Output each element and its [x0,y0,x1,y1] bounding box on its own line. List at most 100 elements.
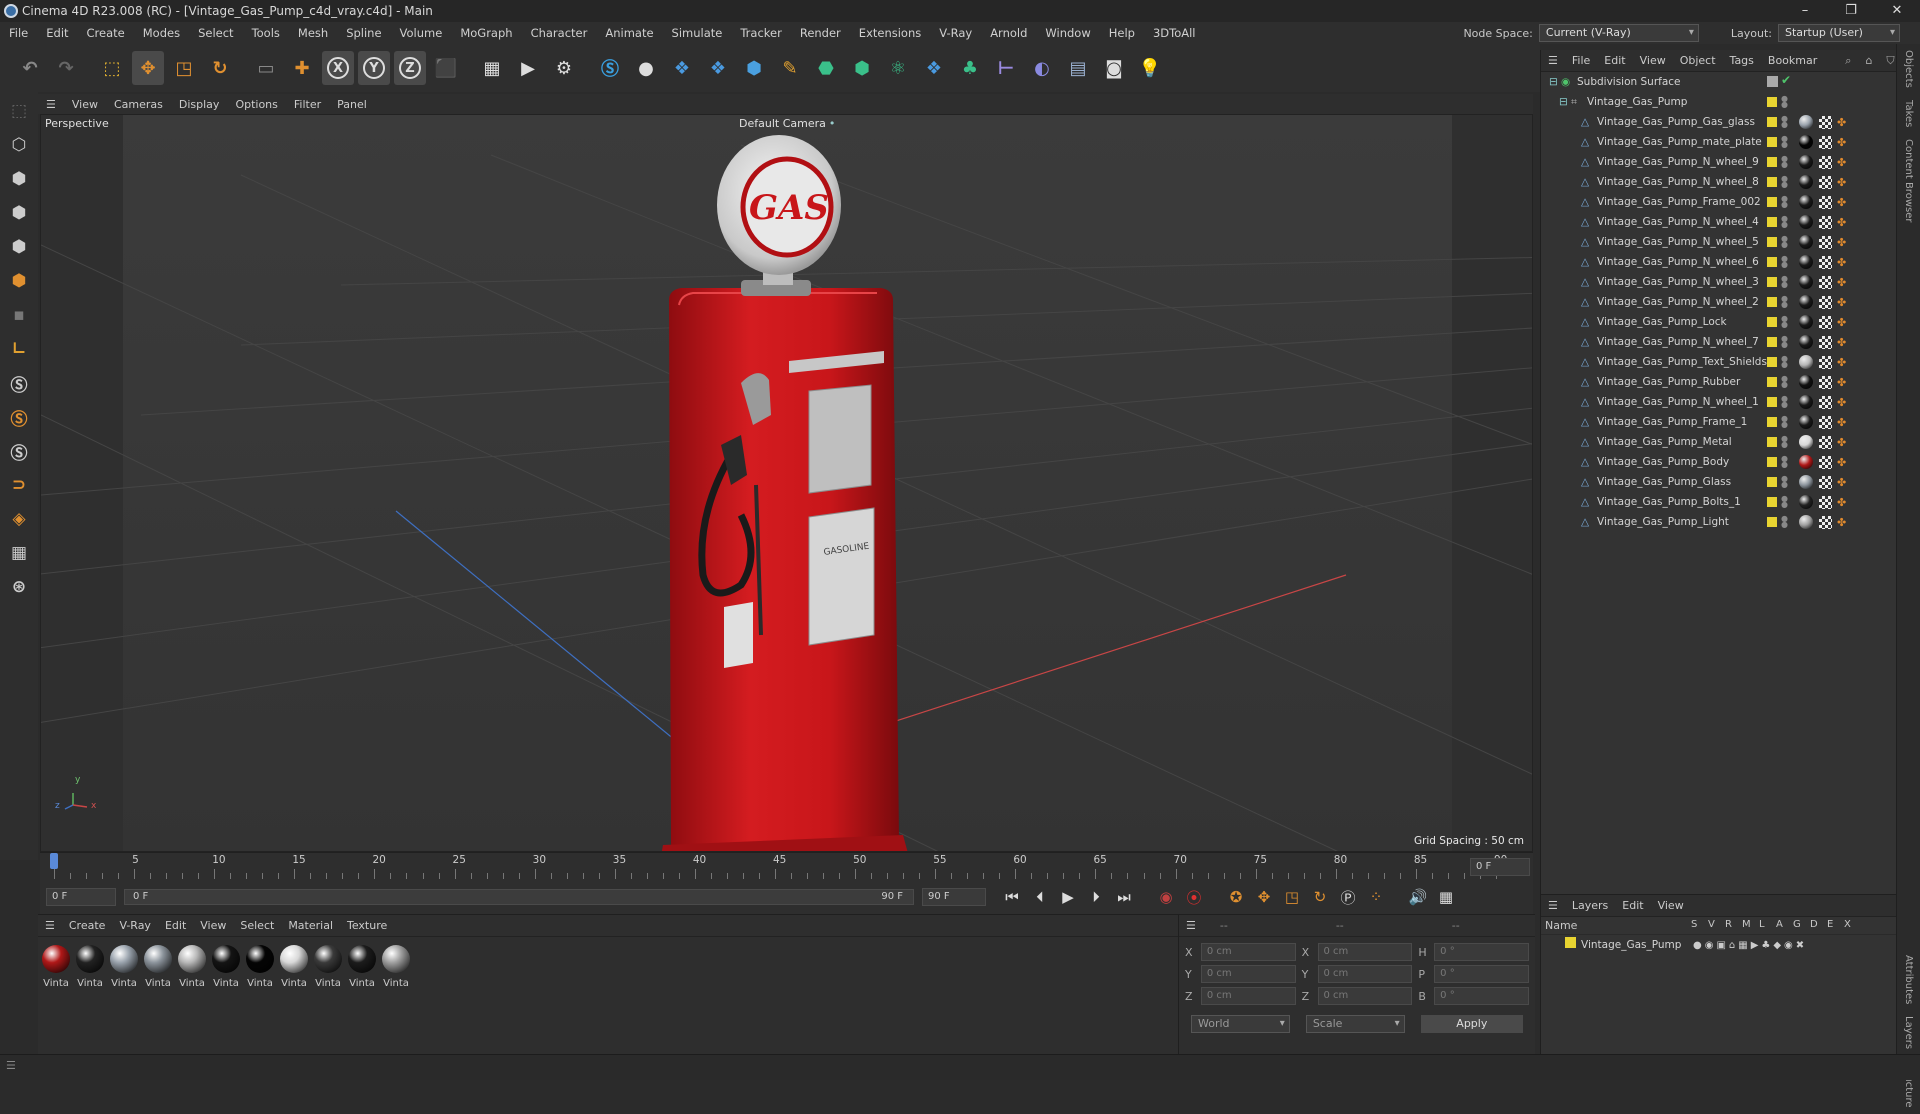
side-tab-content-browser[interactable]: Content Browser [1903,133,1914,228]
material-item[interactable]: Vinta [42,945,70,989]
coordinate-system-select[interactable]: World [1191,1015,1290,1033]
material-item[interactable]: Vinta [280,945,308,989]
cube-button[interactable]: ⬢ [738,51,770,85]
vray-tag-icon[interactable]: ✤ [1837,356,1846,369]
maximize-button[interactable]: ❐ [1828,0,1874,22]
points-mode-button[interactable]: ⬚ [3,96,35,126]
visibility-dots-icon[interactable]: ● ● [1781,215,1788,229]
object-row[interactable]: △ Vintage_Gas_Pump_Metal ● ● ✤ [1541,432,1896,452]
vray-tag-icon[interactable]: ✤ [1837,236,1846,249]
vray-tag-icon[interactable]: ✤ [1837,496,1846,509]
node-space-select[interactable]: Current (V-Ray) [1538,24,1699,42]
object-row[interactable]: △ Vintage_Gas_Pump_Light ● ● ✤ [1541,512,1896,532]
frame-range-slider[interactable]: 0 F 90 F [124,889,914,905]
object-menu-object[interactable]: Object [1673,54,1723,67]
visibility-dots-icon[interactable]: ● ● [1781,115,1788,129]
texture-tag-icon[interactable] [1819,216,1832,229]
object-row[interactable]: △ Vintage_Gas_Pump_Text_Shields ● ● ✤ [1541,352,1896,372]
visibility-dots-icon[interactable]: ● ● [1781,95,1788,109]
material-item[interactable]: Vinta [110,945,138,989]
texture-tag-icon[interactable] [1819,276,1832,289]
snap-button[interactable]: Ⓢ [3,368,35,398]
texture-tag-icon[interactable] [1819,296,1832,309]
keyframe-selection-button[interactable]: ✪ [1224,885,1248,909]
coordinates-menu-icon[interactable]: ☰ [1179,919,1203,932]
layout-select[interactable]: Startup (User) [1778,24,1900,42]
texture-mode-button[interactable]: ⬢ [3,164,35,194]
visibility-dots-icon[interactable]: ● ● [1781,435,1788,449]
visibility-dots-icon[interactable]: ● ● [1781,335,1788,349]
edge-mode-button[interactable]: ⬢ [3,232,35,262]
sphere-button[interactable]: ● [630,51,662,85]
object-row[interactable]: △ Vintage_Gas_Pump_N_wheel_4 ● ● ✤ [1541,212,1896,232]
viewport-label[interactable]: Perspective [45,117,109,130]
menu-3dtoall[interactable]: 3DToAll [1144,22,1205,44]
layer-column-header[interactable]: A [1776,919,1788,930]
dimension-button[interactable]: ⊢ [990,51,1022,85]
vray-tag-icon[interactable]: ✤ [1837,416,1846,429]
visibility-dots-icon[interactable]: ● ● [1781,135,1788,149]
param-key-button[interactable]: Ⓟ [1336,885,1360,909]
end-frame-field[interactable]: 90 F [922,888,986,906]
menu-volume[interactable]: Volume [391,22,452,44]
visibility-dots-icon[interactable]: ● ● [1781,315,1788,329]
start-frame-field[interactable]: 0 F [46,888,116,906]
vray-button[interactable]: Ⓢ [594,51,626,85]
object-row[interactable]: △ Vintage_Gas_Pump_N_wheel_3 ● ● ✤ [1541,272,1896,292]
object-menu-tags[interactable]: Tags [1723,54,1761,67]
material-tag-icon[interactable] [1799,475,1813,489]
visibility-dots-icon[interactable]: ● ● [1781,195,1788,209]
next-frame-button[interactable]: ⏵ [1084,885,1108,909]
magnet-button[interactable]: ⊃ [3,470,35,500]
expand-icon[interactable]: ⊟ [1549,76,1558,88]
viewport-menu-options[interactable]: Options [227,98,285,111]
visibility-dots-icon[interactable]: ● ● [1781,395,1788,409]
layer-column-header[interactable]: E [1827,919,1839,930]
menu-spline[interactable]: Spline [337,22,390,44]
object-row[interactable]: △ Vintage_Gas_Pump_N_wheel_9 ● ● ✤ [1541,152,1896,172]
object-menu-view[interactable]: View [1633,54,1673,67]
material-item[interactable]: Vinta [178,945,206,989]
scale-button[interactable]: ◳ [168,51,200,85]
camera-button[interactable]: ◙ [1098,51,1130,85]
object-menu-file[interactable]: File [1565,54,1597,67]
material-menu-select[interactable]: Select [233,919,281,932]
point-level-button[interactable]: ⁘ [1364,885,1388,909]
material-tag-icon[interactable] [1799,155,1813,169]
layer-column-header[interactable]: L [1759,919,1771,930]
layer-column-header[interactable]: M [1742,919,1754,930]
layer-flags-icon[interactable]: ●◉▣⌂▦▶♣◆◉✖ [1693,940,1807,951]
viewport-menu-icon[interactable]: ☰ [38,98,64,111]
material-tag-icon[interactable] [1799,355,1813,369]
material-tag-icon[interactable] [1799,335,1813,349]
object-row[interactable]: △ Vintage_Gas_Pump_Body ● ● ✤ [1541,452,1896,472]
layer-row[interactable]: Vintage_Gas_Pump ●◉▣⌂▦▶♣◆◉✖ [1541,935,1896,955]
menu-file[interactable]: File [0,22,37,44]
layer-column-header[interactable]: X [1844,919,1856,930]
visibility-dots-icon[interactable]: ● ● [1781,255,1788,269]
menu-create[interactable]: Create [78,22,134,44]
visibility-dots-icon[interactable]: ● ● [1781,415,1788,429]
render-view-button[interactable]: ▶ [512,51,544,85]
minimize-button[interactable]: – [1782,0,1828,22]
material-tag-icon[interactable] [1799,395,1813,409]
coordinate-system-button[interactable]: ⬛ [430,51,462,85]
object-row[interactable]: △ Vintage_Gas_Pump_mate_plate ● ● ✤ [1541,132,1896,152]
material-item[interactable]: Vinta [76,945,104,989]
status-menu-icon[interactable]: ☰ [6,1059,16,1072]
pen-button[interactable]: ✎ [774,51,806,85]
enabled-check-icon[interactable]: ✔ [1781,73,1791,87]
texture-tag-icon[interactable] [1819,396,1832,409]
material-menu-texture[interactable]: Texture [340,919,394,932]
collapse-icon[interactable]: ⊟ [1559,96,1568,108]
subdivision-button[interactable]: ⬣ [810,51,842,85]
coordinate-value-field[interactable]: 0 cm [1317,987,1413,1005]
visibility-dots-icon[interactable]: ● ● [1781,515,1788,529]
material-tag-icon[interactable] [1799,375,1813,389]
material-tag-icon[interactable] [1799,435,1813,449]
workplane-button[interactable]: ◈ [3,504,35,534]
material-tag-icon[interactable] [1799,515,1813,529]
object-row[interactable]: △ Vintage_Gas_Pump_Frame_1 ● ● ✤ [1541,412,1896,432]
object-row[interactable]: △ Vintage_Gas_Pump_Frame_002 ● ● ✤ [1541,192,1896,212]
menu-extensions[interactable]: Extensions [850,22,930,44]
